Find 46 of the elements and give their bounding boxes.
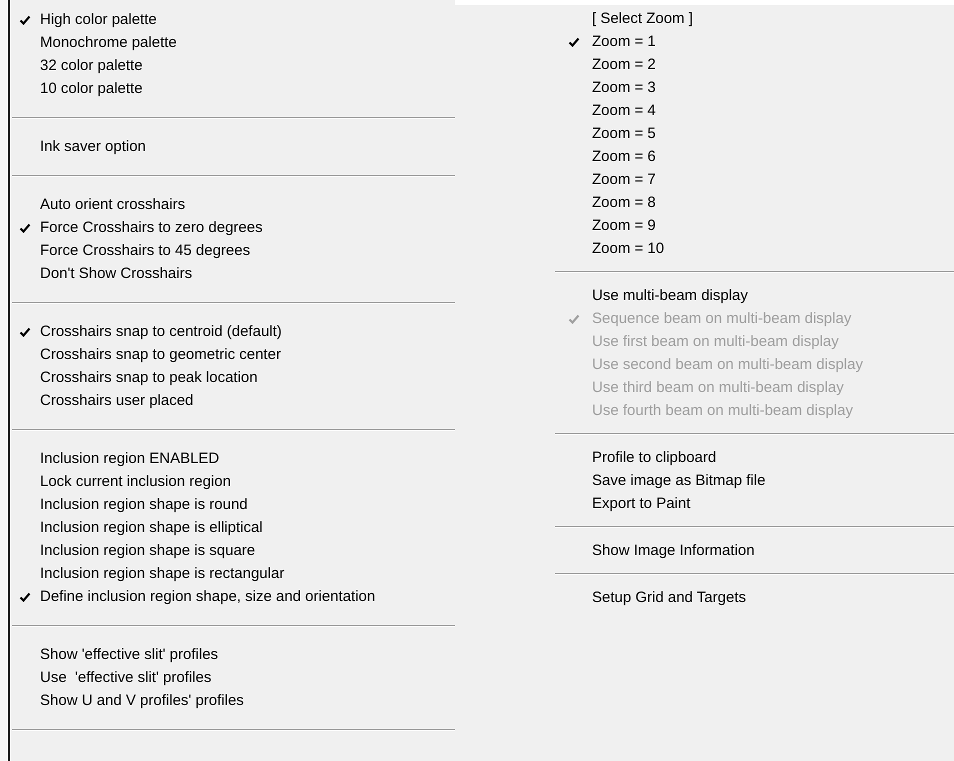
menu-item[interactable]: Force Crosshairs to 45 degrees [10,239,455,262]
menu-item[interactable]: Zoom = 1 [555,30,954,53]
menu-item[interactable]: Zoom = 8 [555,191,954,214]
menu-item[interactable]: 32 color palette [10,54,455,77]
menu-item[interactable]: 10 color palette [10,77,455,100]
check-icon [19,590,31,602]
menu-item[interactable]: Define inclusion region shape, size and orientation [10,585,455,608]
menu-item[interactable]: Show U and V profiles' profiles [10,689,455,712]
menu-item[interactable]: Auto orient crosshairs [10,193,455,216]
menu-item[interactable]: Crosshairs snap to peak location [10,366,455,389]
menu-item[interactable]: Profile to clipboard [555,446,954,469]
menu-item[interactable]: Don't Show Crosshairs [10,262,455,285]
menu-item[interactable]: Monochrome palette [10,31,455,54]
menu-item[interactable]: Zoom = 5 [555,122,954,145]
menu-item[interactable]: Zoom = 9 [555,214,954,237]
check-icon [568,36,580,48]
check-icon [19,326,31,338]
menu-item[interactable]: Zoom = 10 [555,237,954,260]
menu-item[interactable]: Crosshairs user placed [10,389,455,412]
menu-item[interactable]: Zoom = 2 [555,53,954,76]
menu-item[interactable]: High color palette [10,8,455,31]
menu-item[interactable]: Ink saver option [10,135,455,158]
menu-item[interactable]: Show 'effective slit' profiles [10,643,455,666]
menu-item[interactable]: Crosshairs snap to centroid (default) [10,320,455,343]
menu-item[interactable]: Zoom = 6 [555,145,954,168]
menu-item[interactable]: Inclusion region shape is rectangular [10,562,455,585]
menu-item[interactable]: Inclusion region shape is elliptical [10,516,455,539]
menu-item[interactable]: Inclusion region ENABLED [10,447,455,470]
menu-item[interactable]: Show Image Information [555,539,954,562]
menu-item[interactable]: Use 'effective slit' profiles [10,666,455,689]
menu-item[interactable]: Lock current inclusion region [10,470,455,493]
menu-item[interactable]: Export to Paint [555,492,954,515]
menu-item[interactable]: [ Select Zoom ] [555,7,954,30]
check-icon [19,222,31,234]
menu-item[interactable]: Zoom = 7 [555,168,954,191]
check-icon [19,14,31,26]
menu-item[interactable]: Force Crosshairs to zero degrees [10,216,455,239]
check-icon [568,312,580,324]
menu-item[interactable]: Crosshairs snap to geometric center [10,343,455,366]
menu-item[interactable]: Zoom = 4 [555,99,954,122]
menu-item[interactable]: Save image as Bitmap file [555,469,954,492]
menu-item[interactable]: Use multi-beam display [555,284,954,307]
menu-item[interactable]: Inclusion region shape is round [10,493,455,516]
menu-item[interactable]: Setup Grid and Targets [555,586,954,609]
menu-item[interactable]: Inclusion region shape is square [10,539,455,562]
menu-item[interactable]: Zoom = 3 [555,76,954,99]
